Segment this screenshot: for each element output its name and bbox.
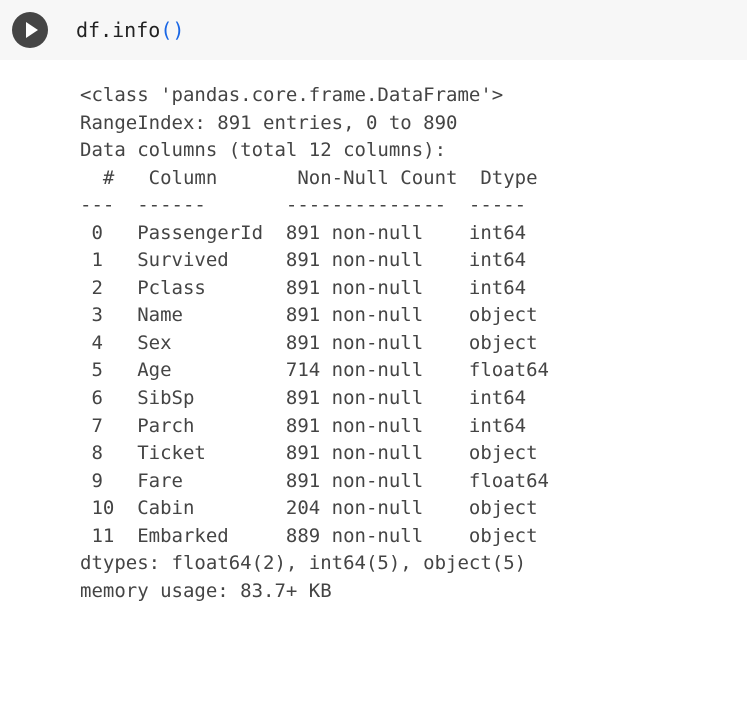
play-icon xyxy=(26,22,38,38)
code-token-paren-open: ( xyxy=(160,18,172,42)
cell-output: <class 'pandas.core.frame.DataFrame'> Ra… xyxy=(0,60,747,623)
code-editor[interactable]: df.info() xyxy=(66,18,184,42)
code-token-method: info xyxy=(112,18,160,42)
code-token-dot: . xyxy=(100,18,112,42)
code-token-paren-close: ) xyxy=(172,18,184,42)
output-text: <class 'pandas.core.frame.DataFrame'> Ra… xyxy=(80,82,747,605)
code-token-object: df xyxy=(76,18,100,42)
code-cell: df.info() xyxy=(0,0,747,60)
run-button[interactable] xyxy=(12,12,48,48)
